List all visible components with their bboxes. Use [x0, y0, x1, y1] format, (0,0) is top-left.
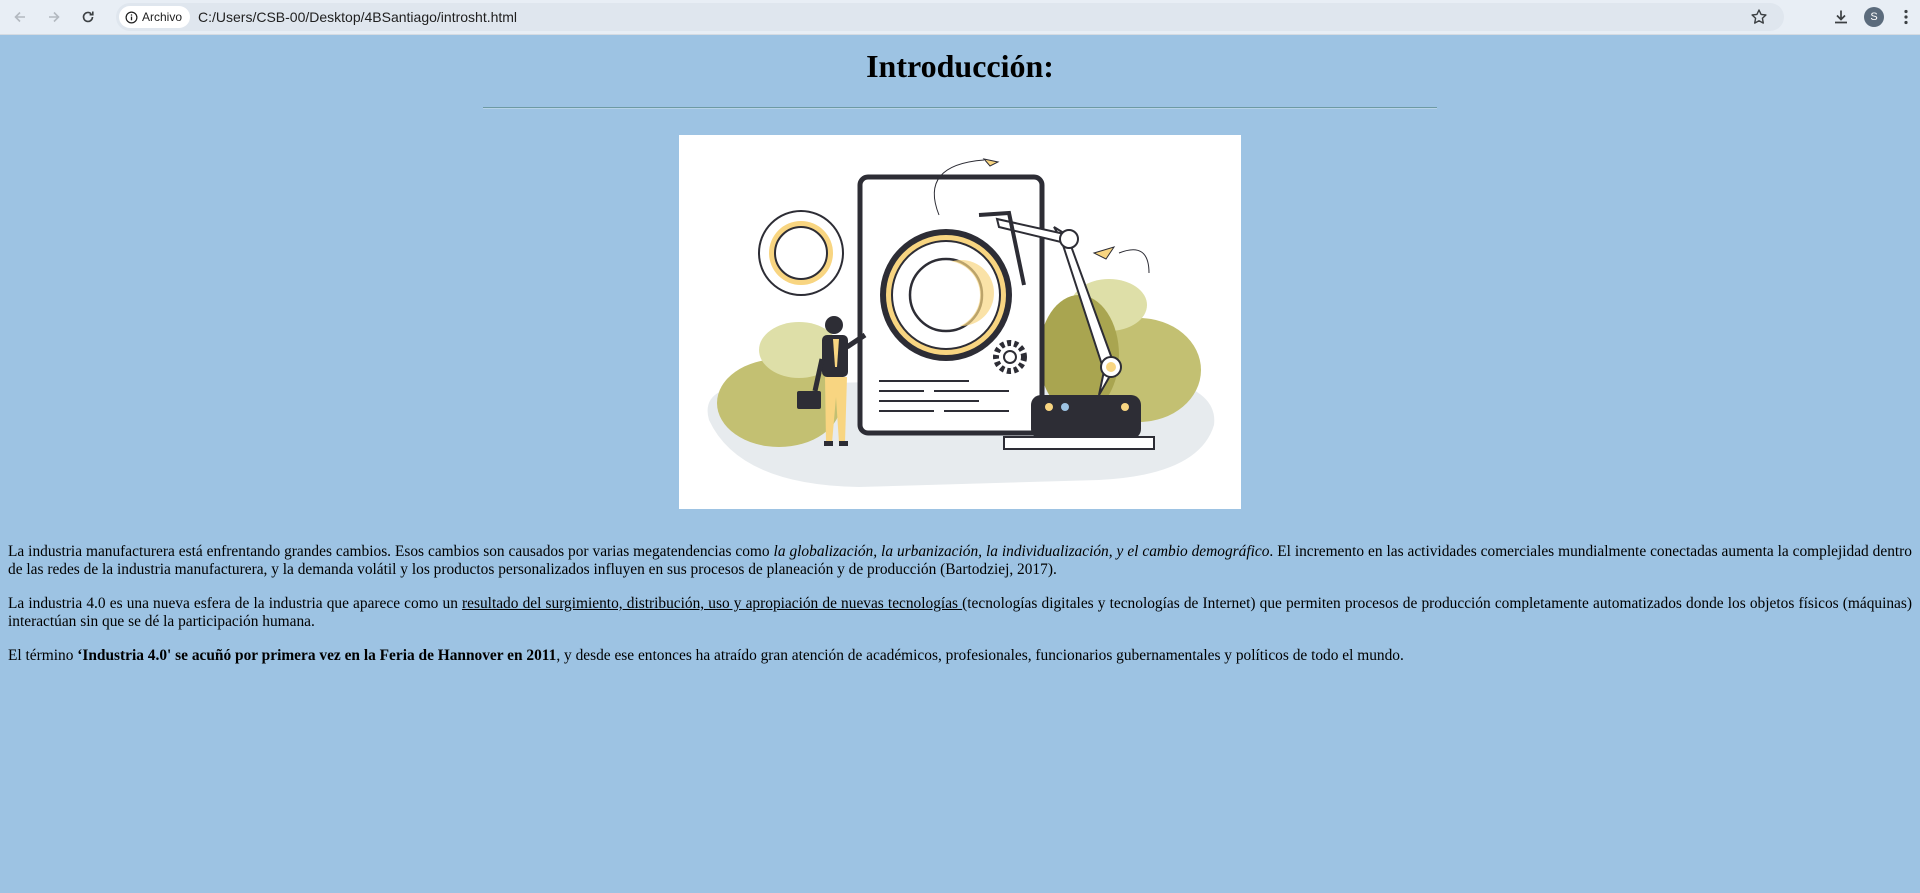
horizontal-rule [483, 107, 1437, 109]
paragraph-2-underlined: resultado del surgimiento, distribución,… [462, 595, 963, 612]
paragraph-1: La industria manufacturera está enfrenta… [8, 543, 1912, 578]
article-body: La industria manufacturera está enfrenta… [8, 543, 1912, 682]
paragraph-3-text-end: , y desde ese entonces ha atraído gran a… [556, 647, 1404, 664]
url-text[interactable]: C:/Users/CSB-00/Desktop/4BSantiago/intro… [198, 9, 517, 25]
paragraph-3-text: El término [8, 647, 78, 664]
back-button[interactable] [6, 3, 34, 31]
industry-illustration-svg [707, 158, 1215, 487]
browser-toolbar: Archivo C:/Users/CSB-00/Desktop/4BSantia… [0, 0, 1920, 35]
download-icon[interactable] [1832, 8, 1850, 26]
reload-icon [82, 11, 94, 23]
paragraph-1-italic: la globalización, la urbanización, la in… [773, 543, 1270, 560]
profile-avatar[interactable]: S [1864, 7, 1884, 27]
bookmark-star-icon[interactable] [1750, 8, 1768, 26]
address-bar[interactable]: Archivo C:/Users/CSB-00/Desktop/4BSantia… [116, 3, 1784, 31]
toolbar-right: S [1832, 7, 1914, 27]
paragraph-2: La industria 4.0 es una nueva esfera de … [8, 595, 1912, 630]
reload-button[interactable] [74, 3, 102, 31]
paragraph-3: El término ‘Industria 4.0' se acuñó por … [8, 647, 1912, 665]
site-info-chip[interactable]: Archivo [119, 6, 191, 28]
paragraph-1-text: La industria manufacturera está enfrenta… [8, 543, 774, 560]
arrow-left-icon [14, 11, 25, 23]
page-title: Introducción: [866, 48, 1054, 84]
arrow-right-icon [49, 11, 60, 23]
page-content: Introducción: La industria manufacturera… [0, 34, 1920, 893]
paragraph-2-text: La industria 4.0 es una nueva esfera de … [8, 595, 463, 612]
site-chip-label: Archivo [142, 10, 183, 24]
info-icon [125, 11, 138, 23]
paragraph-3-bold: ‘Industria 4.0' se acuñó por primera vez… [77, 647, 557, 664]
forward-button[interactable] [40, 3, 68, 31]
industry-illustration [679, 135, 1241, 509]
more-menu-icon[interactable] [1898, 8, 1914, 26]
